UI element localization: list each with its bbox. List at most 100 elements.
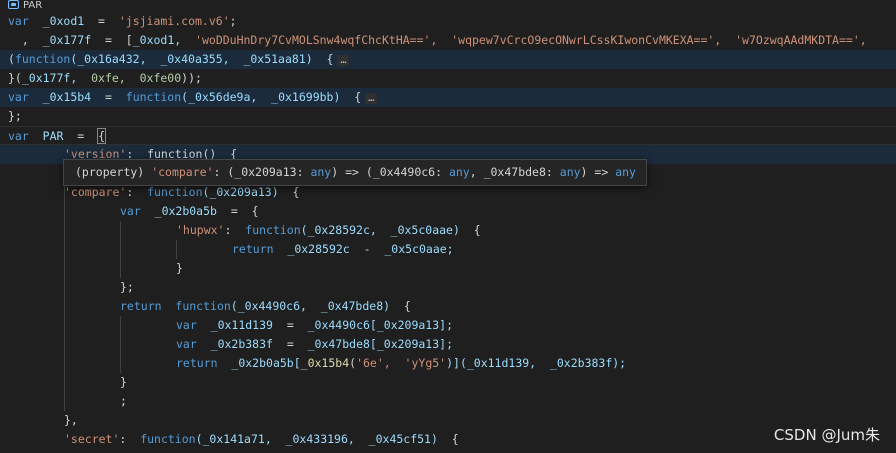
code-line: 'secret': function(_0x141a71, _0x433196,… — [0, 430, 896, 449]
identifier: _0x177f — [42, 33, 92, 47]
hover-text: , _0x47bde8: — [469, 165, 553, 179]
identifier: _0xod1 — [42, 14, 85, 28]
hover-text: ) => — [580, 165, 609, 179]
keyword: function — [140, 432, 196, 446]
keyword: var — [8, 14, 29, 28]
string-literal: 'yYg5' — [404, 356, 447, 370]
operator: = — [230, 204, 238, 218]
parameters: (_0x28592c, _0x5c0aae) — [300, 223, 460, 237]
hover-type: any — [559, 165, 581, 179]
code-line-current: var PAR = { — [0, 126, 896, 145]
punctuation: } — [120, 375, 127, 389]
code-line: return _0x28592c - _0x5c0aae; — [0, 240, 896, 259]
parameters: (_0x4490c6, _0x47bde8) — [230, 299, 391, 313]
punctuation: { — [354, 90, 362, 104]
identifier: _0x177f, — [21, 71, 78, 85]
punctuation: ; — [120, 394, 127, 408]
identifier: _0x2b0a5b[ — [231, 356, 301, 370]
hover-text: : (_0x209a13: — [213, 165, 304, 179]
code-line-folded[interactable]: var _0x15b4 = function(_0x56de9a, _0x169… — [0, 88, 896, 107]
string-literal: 'woDDuHnDry7CvMOLSnw4wqfChcKtHA==', — [195, 33, 438, 47]
hover-type: any — [615, 165, 636, 179]
identifier: _0x28592c — [287, 242, 350, 256]
string-literal: 'compare' — [64, 185, 127, 199]
operator: = — [104, 33, 112, 47]
identifier: _0x11d139 — [210, 318, 273, 332]
parameters: (_0x56de9a, _0x1699bb) — [181, 90, 341, 104]
code-line: return function(_0x4490c6, _0x47bde8) { — [0, 297, 896, 316]
code-line-folded[interactable]: (function(_0x16a432, _0x40a355, _0x51aa8… — [0, 50, 896, 69]
string-literal: 'w7OzwqAAdMKDTA==', — [735, 33, 867, 47]
operator: = — [286, 318, 294, 332]
function-call: _0x15b4 — [300, 356, 350, 370]
punctuation: : — [119, 432, 127, 446]
punctuation: : — [224, 223, 232, 237]
keyword: function — [147, 185, 203, 199]
code-line: }; — [0, 278, 896, 297]
punctuation: { — [251, 204, 259, 218]
string-literal: 'secret' — [64, 432, 120, 446]
punctuation: ( — [8, 52, 15, 66]
punctuation: { — [451, 432, 459, 446]
identifier: _0xod1, — [132, 33, 182, 47]
operator: = — [77, 129, 85, 143]
code-line: 'hupwx': function(_0x28592c, _0x5c0aae) … — [0, 221, 896, 240]
number-literal: 0xfe, — [91, 71, 126, 85]
breadcrumb[interactable]: PAR — [0, 0, 896, 12]
watermark: CSDN @Jum朱 — [773, 426, 880, 444]
hover-text: ) => (_0x4490c6: — [331, 165, 443, 179]
keyword: function — [14, 52, 71, 66]
keyword: var — [176, 318, 197, 332]
string-literal: 'hupwx' — [176, 223, 225, 237]
symbol-variable-icon — [8, 0, 19, 9]
string-literal: '6e', — [356, 356, 391, 370]
parameters: (_0x16a432, _0x40a355, _0x51aa81) — [70, 52, 313, 66]
number-literal: 0xfe00 — [139, 71, 182, 85]
keyword: return — [176, 356, 218, 370]
fold-ellipsis-icon[interactable]: … — [337, 55, 350, 66]
operator: = — [286, 337, 294, 351]
hover-property-name: 'compare' — [151, 165, 214, 179]
keyword: var — [176, 337, 197, 351]
code-line: } — [0, 373, 896, 392]
matched-brace: { — [97, 128, 107, 144]
keyword: function — [245, 223, 301, 237]
code-line: }(_0x177f, 0xfe, 0xfe00)); — [0, 69, 896, 88]
parameters: (_0x209a13) — [202, 185, 279, 199]
code-line: var _0xod1 = 'jsjiami.com.v6'; — [8, 14, 237, 28]
hover-tooltip: (property) 'compare': (_0x209a13: any) =… — [63, 159, 647, 186]
fold-ellipsis-icon[interactable]: … — [365, 93, 378, 104]
punctuation: )); — [181, 71, 202, 85]
punctuation: [ — [125, 33, 133, 47]
operator: = — [104, 90, 112, 104]
code-line: ; — [0, 392, 896, 411]
identifier: _0x2b0a5b — [154, 204, 217, 218]
keyword: var — [8, 90, 29, 104]
hover-type: any — [448, 165, 470, 179]
punctuation: } — [176, 261, 183, 275]
punctuation: { — [473, 223, 481, 237]
string-literal: 'jsjiami.com.v6' — [118, 14, 230, 28]
keyword: var — [120, 204, 141, 218]
hover-kind: (property) — [75, 165, 145, 179]
identifier: _0x2b383f — [210, 337, 273, 351]
breadcrumb-label: PAR — [23, 0, 43, 11]
code-line: return _0x2b0a5b[_0x15b4('6e', 'yYg5')](… — [0, 354, 896, 373]
hover-type: any — [310, 165, 332, 179]
code-text: )](_0x11d139, _0x2b383f); — [446, 356, 627, 370]
code-line: } — [0, 259, 896, 278]
keyword: function — [125, 90, 182, 104]
code-line: , _0x177f = [_0xod1, 'woDDuHnDry7CvMOLSn… — [0, 31, 896, 50]
string-literal: 'wqpew7vCrcO9ecONwrLCssKIwonCvMKEXA==', — [451, 33, 722, 47]
punctuation: }, — [64, 413, 78, 427]
keyword: var — [8, 129, 29, 143]
punctuation: }( — [8, 71, 22, 85]
expression: _0x4490c6[_0x209a13]; — [307, 318, 454, 332]
punctuation: , — [21, 33, 29, 47]
punctuation: }; — [8, 109, 22, 123]
keyword: return — [232, 242, 274, 256]
code-line: var _0x2b383f = _0x47bde8[_0x209a13]; — [0, 335, 896, 354]
code-line: }, — [0, 411, 896, 430]
code-line: var _0x11d139 = _0x4490c6[_0x209a13]; — [0, 316, 896, 335]
operator: - — [363, 242, 371, 256]
